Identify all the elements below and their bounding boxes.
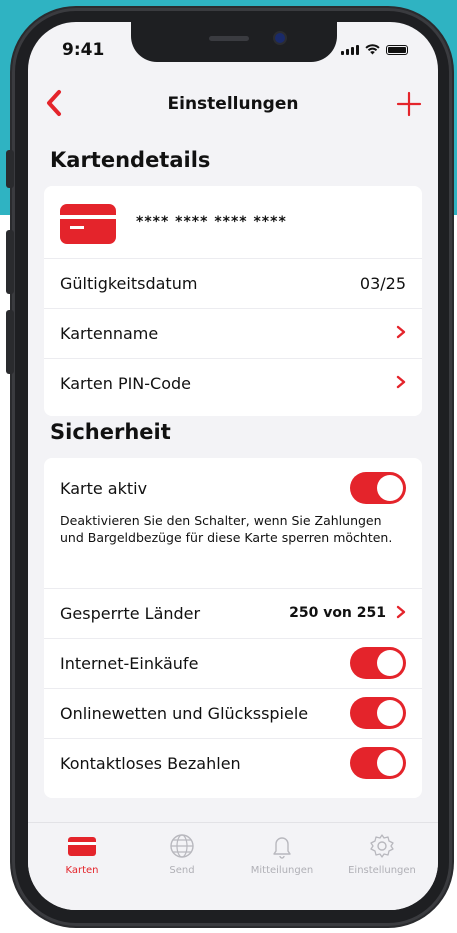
tab-label: Einstellungen	[348, 865, 416, 876]
online-shopping-row: Internet-Einkäufe	[44, 638, 422, 688]
chevron-right-icon	[396, 373, 406, 394]
camera	[275, 33, 285, 43]
online-shopping-toggle[interactable]	[350, 647, 406, 679]
contactless-row: Kontaktloses Bezahlen	[44, 738, 422, 788]
card-name-label: Kartenname	[60, 323, 159, 343]
chevron-right-icon	[396, 323, 406, 344]
gambling-toggle[interactable]	[350, 697, 406, 729]
card-active-description: Deaktivieren Sie den Schalter, wenn Sie …	[60, 513, 393, 545]
battery-icon	[386, 45, 408, 55]
section-title-security: Sicherheit	[50, 420, 171, 444]
speaker	[209, 36, 249, 41]
page-title: Einstellungen	[167, 94, 299, 114]
toggle-knob	[377, 475, 403, 501]
blocked-countries-label: Gesperrte Länder	[60, 603, 201, 623]
screen: 9:41 Einstellungen Kartendetails **** **…	[28, 22, 438, 910]
expiry-label: Gültigkeitsdatum	[60, 273, 198, 293]
status-time: 9:41	[62, 40, 105, 60]
signal-icon	[341, 45, 359, 55]
add-button[interactable]	[394, 84, 424, 124]
pin-row[interactable]: Karten PIN-Code	[44, 358, 422, 408]
toggle-knob	[377, 750, 403, 776]
security-group: Karte aktiv Deaktivieren Sie den Schalte…	[44, 458, 422, 798]
card-active-row: Karte aktiv	[44, 466, 422, 510]
card-active-toggle[interactable]	[350, 472, 406, 504]
pin-label: Karten PIN-Code	[60, 373, 192, 393]
card-name-row[interactable]: Kartenname	[44, 308, 422, 358]
card-number: **** **** **** ****	[136, 214, 287, 230]
mute-switch	[6, 150, 14, 188]
volume-down-button	[6, 310, 14, 374]
gambling-label: Onlinewetten und Glücksspiele	[60, 703, 309, 723]
tab-label: Karten	[65, 865, 99, 876]
tab-notifications[interactable]: Mitteilungen	[232, 833, 332, 876]
volume-up-button	[6, 230, 14, 294]
card-icon	[68, 837, 96, 856]
blocked-countries-row[interactable]: Gesperrte Länder 250 von 251	[44, 588, 422, 638]
gambling-row: Onlinewetten und Glücksspiele	[44, 688, 422, 738]
tab-send[interactable]: Send	[132, 833, 232, 876]
gear-icon	[370, 834, 394, 858]
tab-cards[interactable]: Karten	[32, 833, 132, 876]
plus-icon	[396, 91, 422, 117]
chevron-right-icon	[396, 603, 406, 624]
expiry-row: Gültigkeitsdatum 03/25	[44, 258, 422, 308]
status-icons	[341, 44, 408, 55]
contactless-toggle[interactable]	[350, 747, 406, 779]
online-shopping-label: Internet-Einkäufe	[60, 653, 199, 673]
tab-bar: Karten Send Mitteilungen Einstellungen	[28, 822, 438, 910]
wifi-icon	[365, 44, 380, 55]
nav-bar: Einstellungen	[28, 84, 438, 130]
toggle-knob	[377, 700, 403, 726]
expiry-value: 03/25	[359, 273, 406, 293]
card-details-group: **** **** **** **** Gültigkeitsdatum 03/…	[44, 186, 422, 416]
toggle-knob	[377, 650, 403, 676]
tab-label: Mitteilungen	[250, 865, 314, 876]
card-icon	[60, 204, 116, 244]
blocked-countries-value: 250 von 251	[289, 605, 386, 621]
section-title-card-details: Kartendetails	[50, 148, 211, 172]
globe-icon	[170, 834, 194, 858]
tab-label: Send	[169, 865, 195, 876]
card-active-label: Karte aktiv	[60, 478, 148, 498]
bell-icon	[273, 837, 291, 859]
notch	[131, 22, 337, 62]
tab-settings[interactable]: Einstellungen	[332, 833, 432, 876]
contactless-label: Kontaktloses Bezahlen	[60, 753, 241, 773]
